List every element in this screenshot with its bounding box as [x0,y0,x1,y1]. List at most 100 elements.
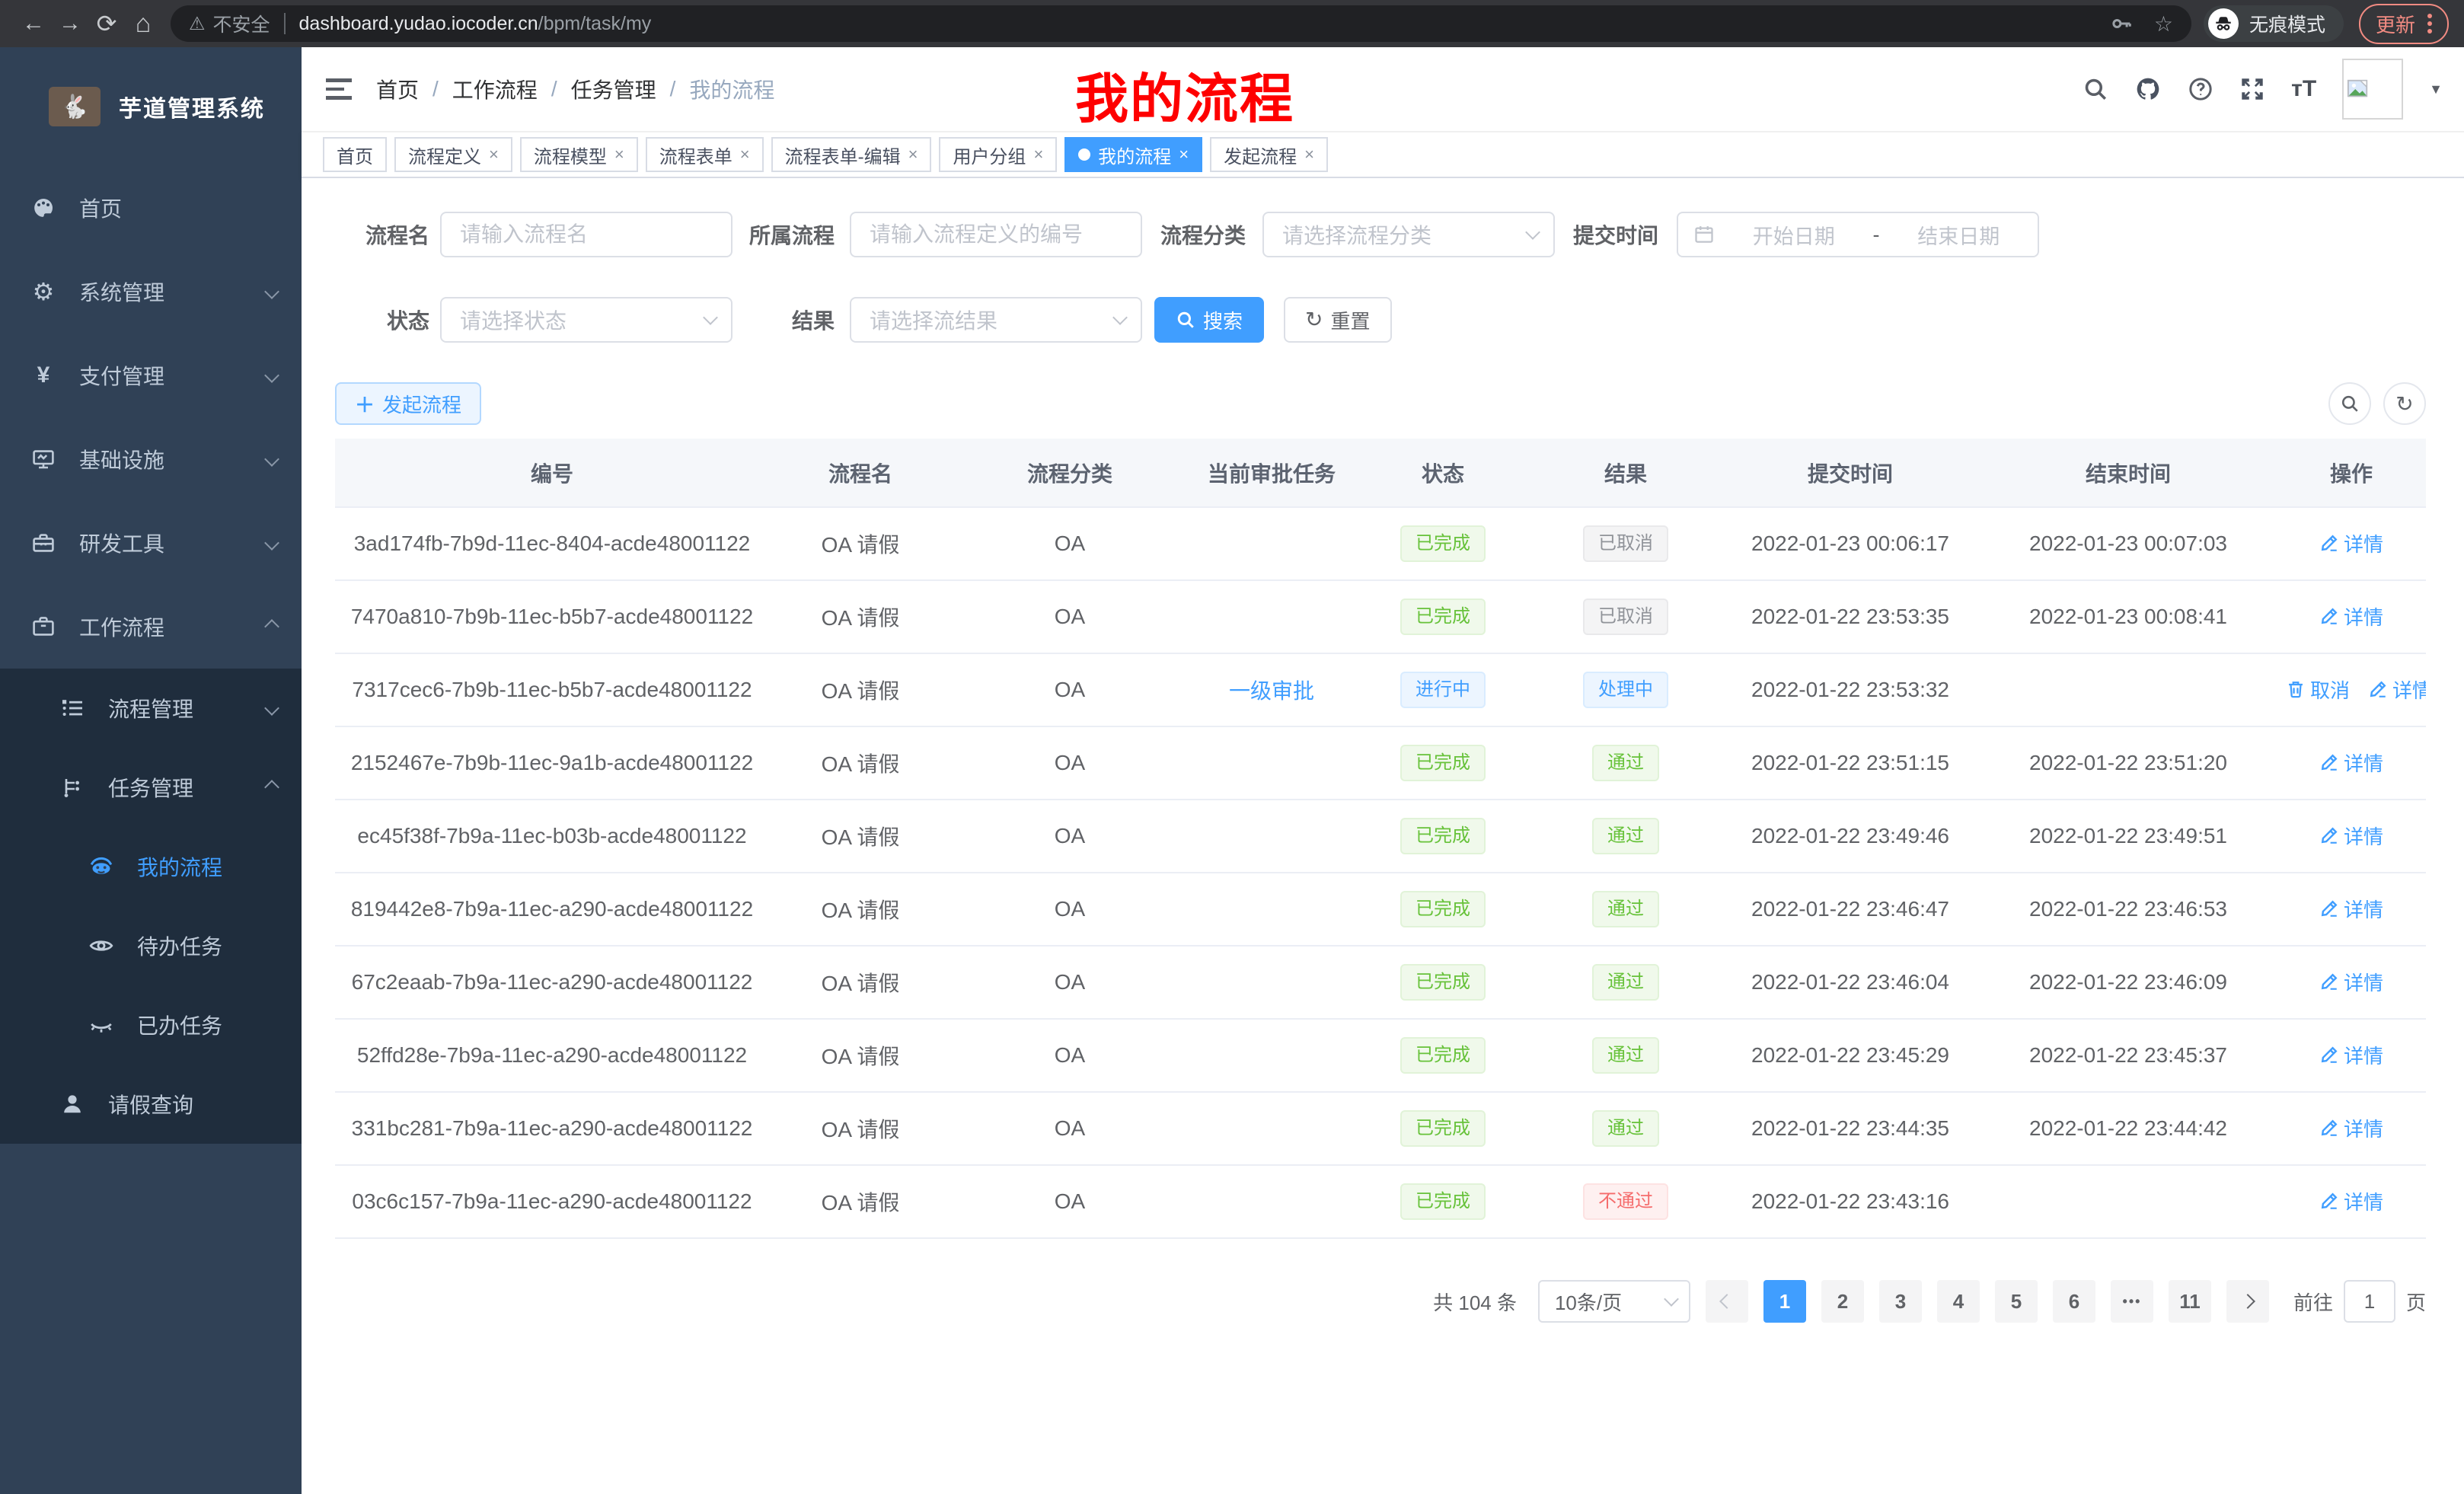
submit-time-range-picker[interactable]: 开始日期 - 结束日期 [1677,212,2039,257]
table-row: 52ffd28e-7b9a-11ec-a290-acde48001122OA 请… [335,1019,2426,1092]
breadcrumb-separator: / [432,77,439,101]
cell-status: 已完成 [1355,1165,1530,1238]
sidebar-item-my-process[interactable]: 我的流程 [0,827,302,906]
browser-home-icon[interactable]: ⌂ [125,5,161,42]
close-icon[interactable]: × [740,145,750,164]
close-icon[interactable]: × [614,145,624,164]
detail-action-link[interactable]: 详情 [2368,675,2426,704]
page-content: 流程名 所属流程 流程分类 请选择流程分类 提交时间 开始日期 - 结束日期 [302,178,2464,1494]
page-button-1[interactable]: 1 [1763,1280,1806,1323]
eye-closed-icon [88,1012,114,1038]
page-button-4[interactable]: 4 [1937,1280,1980,1323]
page-button-11[interactable]: 11 [2169,1280,2211,1323]
cell-actions: 详情 [2277,1019,2426,1092]
browser-menu-icon[interactable] [2427,14,2432,34]
tag-流程表单[interactable]: 流程表单× [646,137,764,172]
fullscreen-icon[interactable] [2239,76,2265,102]
reset-button[interactable]: ↻ 重置 [1284,297,1391,343]
browser-reload-icon[interactable]: ⟳ [88,5,125,42]
search-icon[interactable] [2083,76,2108,102]
font-size-icon[interactable]: ᴛT [2291,76,2316,102]
close-icon[interactable]: × [1033,145,1043,164]
tag-流程表单-编辑[interactable]: 流程表单-编辑× [771,137,932,172]
column-header-流程名: 流程名 [769,439,952,507]
show-search-toggle-button[interactable] [2328,382,2371,425]
list-tree-icon [59,696,85,720]
tag-流程定义[interactable]: 流程定义× [394,137,512,172]
close-icon[interactable]: × [489,145,499,164]
current-task-link[interactable]: 一级审批 [1229,679,1314,703]
tag-label: 我的流程 [1098,142,1171,168]
search-button[interactable]: 搜索 [1154,297,1264,343]
key-icon[interactable] [2110,12,2133,35]
hamburger-icon[interactable] [326,78,352,99]
detail-action-link[interactable]: 详情 [2319,602,2383,630]
sidebar-item-label: 请假查询 [108,1089,193,1119]
bookmark-star-icon[interactable]: ☆ [2154,11,2173,37]
sidebar-item-payment[interactable]: ¥支付管理 [0,334,302,417]
address-bar[interactable]: ⚠ 不安全 dashboard.yudao.iocoder.cn /bpm/ta… [171,5,2191,42]
browser-forward-icon[interactable]: → [52,5,88,42]
breadcrumb-item[interactable]: 任务管理 [571,74,656,104]
avatar-caret-icon[interactable]: ▼ [2429,81,2443,97]
sidebar-item-devtools[interactable]: 研发工具 [0,501,302,585]
pencil-icon [2319,1045,2339,1065]
detail-action-link[interactable]: 详情 [2319,1041,2383,1069]
breadcrumb-item[interactable]: 工作流程 [452,74,538,104]
next-page-button[interactable] [2226,1280,2269,1323]
sidebar-item-workflow[interactable]: 工作流程 [0,585,302,669]
prev-page-button[interactable] [1706,1280,1748,1323]
app-logo-row[interactable]: 🐇 芋道管理系统 [0,47,302,166]
avatar[interactable] [2342,59,2403,120]
refresh-table-button[interactable]: ↻ [2383,382,2426,425]
sidebar-item-todo-task[interactable]: 待办任务 [0,906,302,985]
github-icon[interactable] [2134,75,2162,103]
category-select[interactable]: 请选择流程分类 [1262,212,1555,257]
cancel-action-link[interactable]: 取消 [2286,675,2350,704]
sidebar-item-leave-query[interactable]: 请假查询 [0,1065,302,1144]
goto-page-input[interactable] [2344,1280,2395,1323]
close-icon[interactable]: × [1179,145,1189,164]
status-select[interactable]: 请选择状态 [440,297,732,343]
sidebar-item-done-task[interactable]: 已办任务 [0,985,302,1065]
page-size-select[interactable]: 10条/页 [1538,1280,1690,1323]
tag-发起流程[interactable]: 发起流程× [1210,137,1328,172]
detail-action-link[interactable]: 详情 [2319,968,2383,996]
browser-update-button[interactable]: 更新 [2359,4,2449,44]
status-badge: 已完成 [1400,1037,1486,1073]
cell-current-task [1188,1019,1355,1092]
detail-action-link[interactable]: 详情 [2319,529,2383,557]
sidebar-item-system[interactable]: ⚙系统管理 [0,250,302,334]
tag-首页[interactable]: 首页 [323,137,387,172]
detail-action-link[interactable]: 详情 [2319,1114,2383,1142]
detail-action-link[interactable]: 详情 [2319,822,2383,850]
cell-process-id: 331bc281-7b9a-11ec-a290-acde48001122 [335,1092,769,1165]
detail-action-link[interactable]: 详情 [2319,895,2383,923]
detail-action-link[interactable]: 详情 [2319,1187,2383,1215]
tag-label: 用户分组 [953,142,1026,168]
definition-input[interactable] [850,212,1142,257]
sidebar-item-infra[interactable]: 基础设施 [0,417,302,501]
detail-action-link[interactable]: 详情 [2319,749,2383,777]
help-icon[interactable] [2188,76,2213,102]
tag-我的流程[interactable]: 我的流程 × [1064,137,1202,172]
sidebar-item-label: 任务管理 [108,772,193,803]
status-badge: 已完成 [1400,818,1486,854]
result-select[interactable]: 请选择流结果 [850,297,1142,343]
create-process-button[interactable]: ＋ 发起流程 [335,382,481,425]
sidebar-item-task-mgmt[interactable]: 任务管理 [0,748,302,827]
page-button-5[interactable]: 5 [1995,1280,2038,1323]
breadcrumb-item[interactable]: 首页 [376,74,419,104]
tag-用户分组[interactable]: 用户分组 × [939,137,1057,172]
tag-流程模型[interactable]: 流程模型× [520,137,638,172]
sidebar-item-process-mgmt[interactable]: 流程管理 [0,669,302,748]
page-button-3[interactable]: 3 [1879,1280,1922,1323]
close-icon[interactable]: × [908,145,918,164]
app-title: 芋道管理系统 [119,90,265,123]
page-button-6[interactable]: 6 [2053,1280,2095,1323]
process-name-input[interactable] [440,212,732,257]
sidebar-item-home[interactable]: 首页 [0,166,302,250]
close-icon[interactable]: × [1304,145,1314,164]
page-button-2[interactable]: 2 [1821,1280,1864,1323]
browser-back-icon[interactable]: ← [15,5,52,42]
